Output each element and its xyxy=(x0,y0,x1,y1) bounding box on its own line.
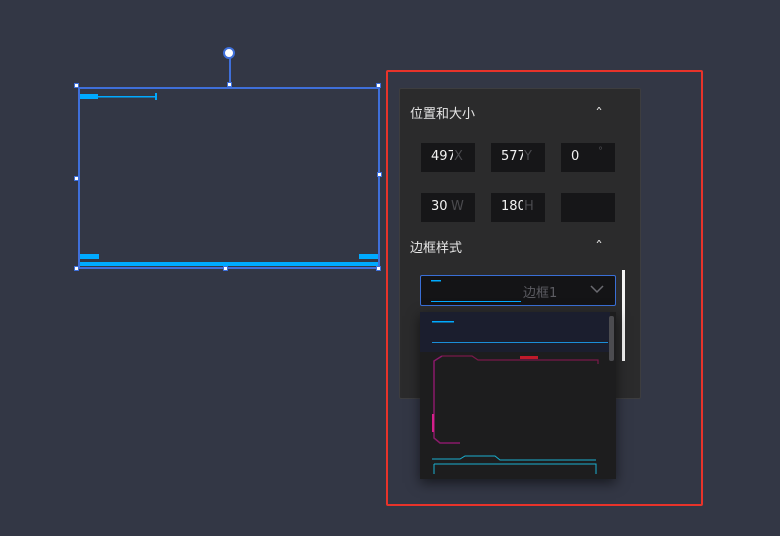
rotate-handle[interactable] xyxy=(223,47,235,59)
resize-handle-bottom[interactable] xyxy=(223,266,228,271)
highlight-frame xyxy=(386,70,703,506)
resize-handle-bottom-right[interactable] xyxy=(376,266,381,271)
resize-handle-top[interactable] xyxy=(227,82,232,87)
resize-handle-right[interactable] xyxy=(377,172,382,177)
resize-handle-left[interactable] xyxy=(74,176,79,181)
resize-handle-top-right[interactable] xyxy=(376,83,381,88)
resize-handle-top-left[interactable] xyxy=(74,83,79,88)
border-widget-graphic xyxy=(80,93,378,266)
resize-handle-bottom-left[interactable] xyxy=(74,266,79,271)
